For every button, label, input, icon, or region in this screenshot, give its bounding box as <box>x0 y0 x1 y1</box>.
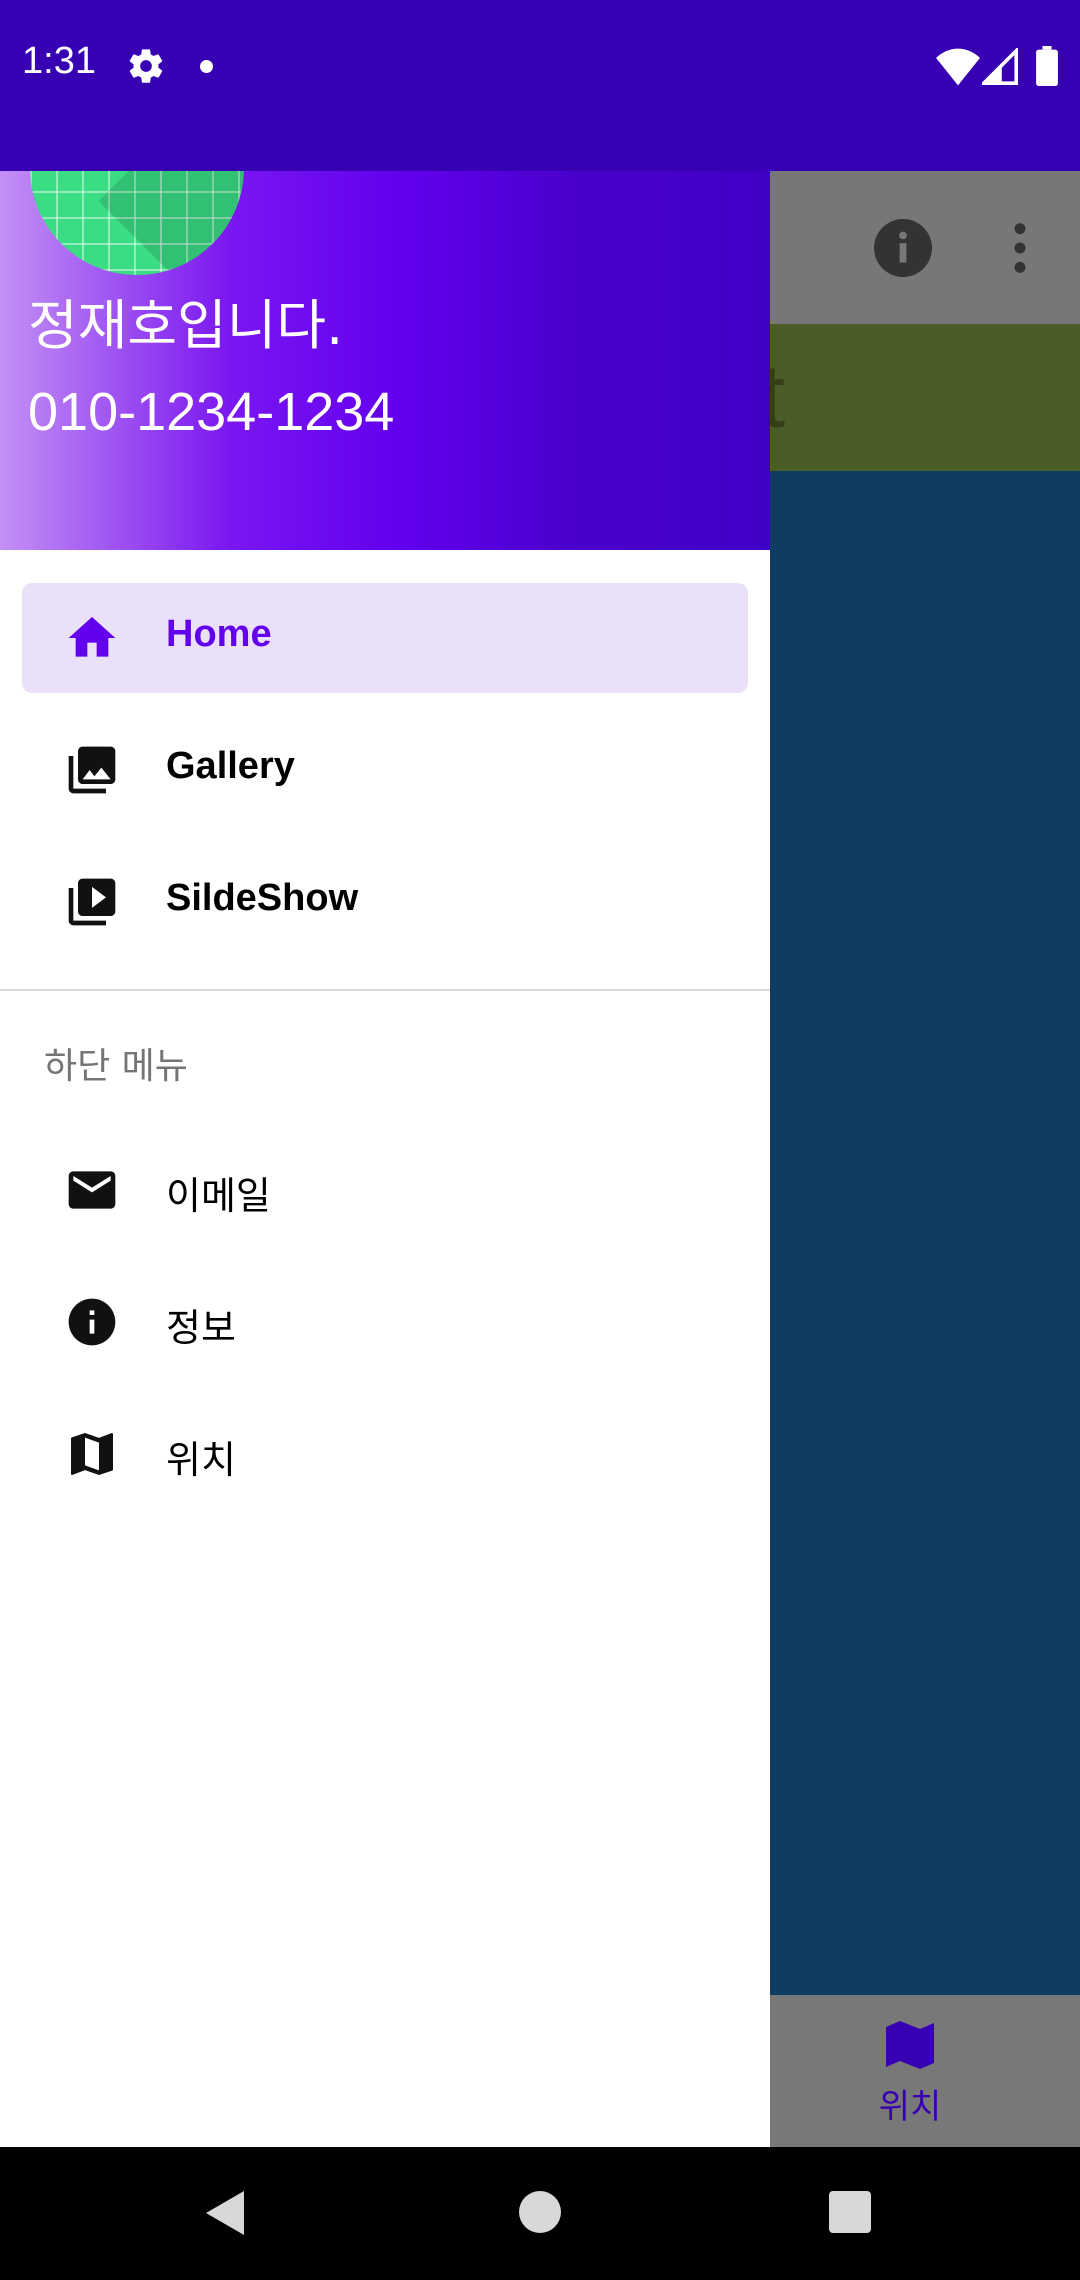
mail-icon <box>68 1171 116 1209</box>
status-time: 1:31 <box>22 40 96 82</box>
recents-button[interactable] <box>829 2191 871 2233</box>
drawer-item-label: 위치 <box>166 1438 236 1482</box>
info-icon[interactable] <box>874 219 932 277</box>
map-icon <box>886 2021 934 2069</box>
home-button[interactable] <box>519 2191 561 2233</box>
signal-icon <box>982 48 1018 85</box>
slideshow-icon <box>68 878 116 926</box>
header-phone: 010-1234-1234 <box>28 382 395 442</box>
system-nav-bar <box>0 2147 1080 2280</box>
drawer-item-info[interactable]: 정보 <box>22 1267 748 1377</box>
bottom-nav-label: 위치 <box>878 2087 942 2127</box>
drawer-item-label: 정보 <box>166 1306 236 1350</box>
drawer-section-title: 하단 메뉴 <box>44 1046 188 1087</box>
photo-library-icon <box>68 746 116 794</box>
drawer-item-home[interactable]: Home <box>22 583 748 693</box>
drawer-item-label: Home <box>166 613 272 655</box>
info-icon <box>68 1298 116 1346</box>
map-icon <box>71 1433 113 1475</box>
drawer-divider <box>0 989 770 991</box>
drawer-item-label: Gallery <box>166 745 295 787</box>
notification-dot <box>200 60 213 73</box>
drawer-item-label: 이메일 <box>166 1174 271 1218</box>
drawer-item-slideshow[interactable]: SildeShow <box>22 847 748 957</box>
back-icon[interactable] <box>206 2191 246 2235</box>
drawer-item-gallery[interactable]: Gallery <box>22 715 748 825</box>
more-vert-icon[interactable] <box>1002 219 1038 277</box>
header-name: 정재호입니다. <box>28 294 344 357</box>
drawer-item-label: SildeShow <box>166 877 359 919</box>
battery-icon <box>1036 46 1058 86</box>
home-icon <box>68 617 116 657</box>
wifi-icon <box>936 48 980 86</box>
drawer-item-location[interactable]: 위치 <box>22 1399 748 1509</box>
gear-icon <box>129 49 163 83</box>
bottom-nav-location[interactable]: 위치 <box>860 1995 960 2147</box>
drawer-header: 정재호입니다. 010-1234-1234 <box>0 171 770 550</box>
drawer-item-email[interactable]: 이메일 <box>22 1135 748 1245</box>
avatar <box>30 171 244 275</box>
navigation-drawer: 정재호입니다. 010-1234-1234 Home Gallery Silde… <box>0 171 770 2147</box>
status-bar: 1:31 <box>0 0 1080 171</box>
